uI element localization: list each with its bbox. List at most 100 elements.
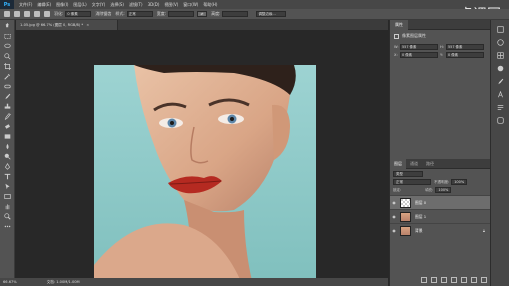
crop-icon	[3, 62, 11, 70]
menu-select[interactable]: 选择(S)	[110, 2, 124, 8]
stamp-tool[interactable]	[2, 102, 13, 110]
pixel-layer-icon	[394, 33, 399, 39]
color-panel-button[interactable]	[495, 38, 505, 46]
opacity-input[interactable]: 100%	[451, 179, 468, 185]
tab-channels[interactable]: 通道	[406, 159, 422, 169]
layer-row-0[interactable]: ◉ 图层 0	[390, 195, 491, 209]
marquee-tool-icon[interactable]	[4, 11, 10, 17]
swatches-panel-button[interactable]	[495, 51, 505, 59]
menu-help[interactable]: 帮助(H)	[203, 2, 217, 8]
h-input[interactable]: 557 像素	[446, 44, 484, 50]
menu-filter[interactable]: 滤镜(T)	[129, 2, 143, 8]
subtract-selection-icon[interactable]	[34, 11, 40, 17]
adjustments-panel-button[interactable]	[495, 64, 505, 72]
refine-edge-button[interactable]: 调整边缘...	[256, 11, 287, 17]
link-layers-icon[interactable]	[421, 277, 427, 283]
document-info[interactable]: 文档: 1.00M/1.00M	[47, 280, 80, 285]
new-selection-icon[interactable]	[14, 11, 20, 17]
feather-input[interactable]: 0 像素	[65, 11, 92, 17]
opacity-label: 不透明度:	[434, 179, 450, 184]
history-brush-tool[interactable]	[2, 112, 13, 120]
lasso-tool[interactable]	[2, 42, 13, 50]
paragraph-panel-button[interactable]	[495, 103, 505, 111]
document-tab-title: 1-05.jpg @ 66.7% (图层 0, RGB/8) *	[20, 23, 84, 27]
gradient-tool[interactable]	[2, 132, 13, 140]
lock-icon: 🔒︎	[482, 228, 485, 233]
character-panel-button[interactable]	[495, 90, 505, 98]
zoom-level[interactable]: 66.67%	[3, 280, 17, 284]
hand-icon	[5, 203, 9, 209]
healing-tool[interactable]	[2, 82, 13, 90]
brush-icon	[4, 93, 10, 99]
quick-select-tool[interactable]	[2, 52, 13, 60]
layer-row-1[interactable]: ◉ 图层 1	[390, 209, 491, 223]
intersect-selection-icon[interactable]	[44, 11, 50, 17]
x-input[interactable]: 0 像素	[400, 52, 438, 58]
pen-icon	[4, 162, 10, 170]
tools-panel	[0, 20, 15, 286]
eye-icon[interactable]: ◉	[390, 228, 398, 233]
dodge-tool[interactable]	[2, 152, 13, 160]
ellipsis-icon	[4, 225, 10, 227]
width-input[interactable]	[168, 11, 195, 17]
brush-tool[interactable]	[2, 92, 13, 100]
tab-paths[interactable]: 路径	[422, 159, 438, 169]
add-selection-icon[interactable]	[24, 11, 30, 17]
swap-dimensions-button[interactable]: ⇄	[197, 11, 208, 17]
eye-icon[interactable]: ◉	[390, 200, 398, 205]
height-label: 高度:	[211, 11, 221, 16]
brush-settings-icon	[497, 78, 503, 84]
menu-window[interactable]: 窗口(W)	[183, 2, 198, 8]
hand-tool[interactable]	[2, 202, 13, 210]
new-group-icon[interactable]	[461, 277, 467, 283]
antialias-label[interactable]: 消除锯齿	[95, 11, 111, 17]
menu-type[interactable]: 文字(Y)	[92, 2, 106, 8]
type-tool[interactable]	[2, 172, 13, 180]
fill-input[interactable]: 100%	[435, 187, 452, 193]
layer-row-background[interactable]: ◉ 背景 🔒︎	[390, 223, 491, 237]
layer-thumbnail	[400, 225, 411, 236]
eyedropper-tool[interactable]	[2, 72, 13, 80]
menu-view[interactable]: 视图(V)	[164, 2, 178, 8]
layer-kind-filter[interactable]: 类型	[393, 171, 423, 177]
path-select-tool[interactable]	[2, 182, 13, 190]
blend-mode-select[interactable]: 正常	[393, 179, 431, 185]
zoom-tool[interactable]	[2, 212, 13, 220]
styles-panel-button[interactable]	[495, 116, 505, 124]
add-mask-icon[interactable]	[441, 277, 447, 283]
properties-tab[interactable]: 属性	[390, 20, 408, 30]
arrow-icon	[4, 183, 10, 189]
brush-panel-button[interactable]	[495, 77, 505, 85]
menu-file[interactable]: 文件(F)	[19, 2, 32, 8]
layer-style-icon[interactable]	[431, 277, 437, 283]
new-layer-icon[interactable]	[471, 277, 477, 283]
photoshop-logo: Ps	[0, 0, 14, 9]
style-select[interactable]: 正常	[126, 11, 153, 17]
lock-label: 锁定:	[393, 187, 402, 192]
shape-tool[interactable]	[2, 192, 13, 200]
menu-layer[interactable]: 图层(L)	[73, 2, 86, 8]
w-input[interactable]: 557 像素	[400, 44, 438, 50]
menu-image[interactable]: 图像(I)	[56, 2, 68, 8]
portrait-photo[interactable]	[94, 65, 316, 286]
eraser-tool[interactable]	[2, 122, 13, 130]
blur-tool[interactable]	[2, 142, 13, 150]
move-tool[interactable]	[2, 22, 13, 30]
marquee-tool[interactable]	[2, 32, 13, 40]
more-tools[interactable]	[2, 222, 13, 230]
position-row: X: 0 像素 Y: 0 像素	[394, 52, 486, 58]
trash-icon[interactable]	[481, 277, 487, 283]
menu-edit[interactable]: 编辑(E)	[37, 2, 51, 8]
tab-layers[interactable]: 图层	[390, 159, 406, 169]
pen-tool[interactable]	[2, 162, 13, 170]
close-icon[interactable]: ×	[86, 23, 89, 27]
adjustment-layer-icon[interactable]	[451, 277, 457, 283]
y-input[interactable]: 0 像素	[446, 52, 484, 58]
document-tab[interactable]: 1-05.jpg @ 66.7% (图层 0, RGB/8) * ×	[16, 20, 118, 30]
height-input[interactable]	[222, 11, 249, 17]
eye-icon[interactable]: ◉	[390, 214, 398, 219]
menu-3d[interactable]: 3D(D)	[148, 2, 160, 7]
canvas-area[interactable]	[16, 30, 388, 286]
history-panel-button[interactable]	[495, 25, 505, 33]
crop-tool[interactable]	[2, 62, 13, 70]
